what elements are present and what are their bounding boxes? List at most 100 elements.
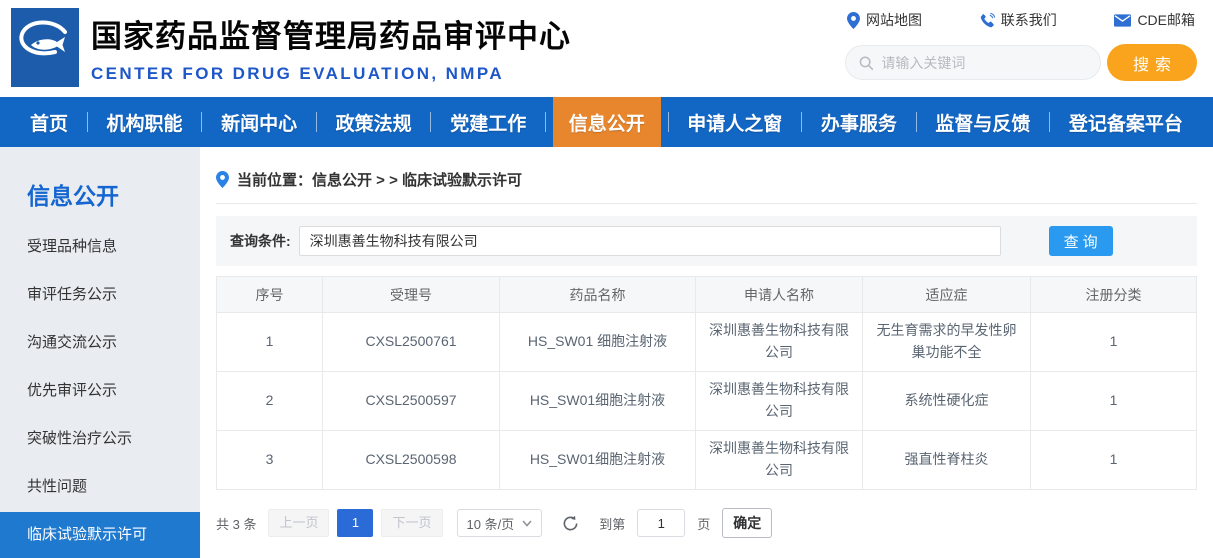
sidebar-item-breakthrough-therapy[interactable]: 突破性治疗公示 — [0, 415, 200, 463]
table-row: 3 CXSL2500598 HS_SW01细胞注射液 深圳惠善生物科技有限公司 … — [217, 431, 1197, 490]
sidebar-item-priority-review[interactable]: 优先审评公示 — [0, 367, 200, 415]
nav-item-info-disclosure[interactable]: 信息公开 — [553, 97, 661, 147]
breadcrumb: 当前位置：信息公开 > > 临床试验默示许可 — [216, 169, 1197, 190]
query-button[interactable]: 查询 — [1049, 226, 1113, 256]
sidebar-item-review-tasks[interactable]: 审评任务公示 — [0, 271, 200, 319]
divider — [216, 203, 1197, 204]
search-icon — [859, 55, 873, 71]
search-button[interactable]: 搜索 — [1107, 44, 1197, 81]
cell-applicant: 深圳惠善生物科技有限公司 — [696, 431, 863, 490]
pagination: 共 3 条 上一页 1 下一页 10 条/页 到第 页 确定 — [216, 508, 1197, 538]
cell-registration-class: 1 — [1031, 313, 1197, 372]
cell-drug-name: HS_SW01 细胞注射液 — [500, 313, 696, 372]
sidebar-item-clinical-trial-implied-license[interactable]: 临床试验默示许可 — [0, 512, 200, 558]
cell-drug-name: HS_SW01细胞注射液 — [500, 372, 696, 431]
page-size-value: 10 条/页 — [467, 514, 515, 533]
pagination-total: 共 3 条 — [216, 514, 256, 533]
site-titles: 国家药品监督管理局药品审评中心 CENTER FOR DRUG EVALUATI… — [91, 11, 571, 84]
col-header-acceptance-no: 受理号 — [323, 277, 500, 313]
cell-index: 3 — [217, 431, 323, 490]
chevron-down-icon — [522, 520, 532, 527]
quick-links: 网站地图 联系我们 CDE邮箱 — [845, 10, 1197, 30]
sidebar-item-communication[interactable]: 沟通交流公示 — [0, 319, 200, 367]
sitemap-link-label: 网站地图 — [866, 10, 922, 30]
main-nav: 首页 机构职能 新闻中心 政策法规 党建工作 信息公开 申请人之窗 办事服务 监… — [0, 97, 1213, 147]
sidebar-item-accepted-varieties[interactable]: 受理品种信息 — [0, 223, 200, 271]
nav-item-functions[interactable]: 机构职能 — [95, 97, 195, 147]
nav-separator — [201, 112, 202, 132]
breadcrumb-text: 当前位置：信息公开 > > 临床试验默示许可 — [237, 169, 522, 190]
confirm-button[interactable]: 确定 — [722, 508, 772, 538]
site-title-cn: 国家药品监督管理局药品审评中心 — [91, 11, 571, 56]
cell-applicant: 深圳惠善生物科技有限公司 — [696, 372, 863, 431]
contact-link-label: 联系我们 — [1001, 10, 1057, 30]
nav-item-home[interactable]: 首页 — [18, 97, 80, 147]
header-right: 网站地图 联系我们 CDE邮箱 搜索 — [845, 10, 1197, 81]
site-title-en: CENTER FOR DRUG EVALUATION, NMPA — [91, 64, 571, 84]
search-input[interactable] — [881, 55, 1087, 71]
contact-link[interactable]: 联系我们 — [980, 10, 1057, 30]
sitemap-link[interactable]: 网站地图 — [847, 10, 922, 30]
cde-logo-icon — [11, 8, 79, 87]
sidebar-item-common-issues[interactable]: 共性问题 — [0, 463, 200, 511]
nav-item-registration-platform[interactable]: 登记备案平台 — [1057, 97, 1195, 147]
query-label: 查询条件: — [230, 231, 291, 251]
results-table: 序号 受理号 药品名称 申请人名称 适应症 注册分类 1 CXSL2500761… — [216, 276, 1197, 490]
table-header-row: 序号 受理号 药品名称 申请人名称 适应症 注册分类 — [217, 277, 1197, 313]
col-header-drug-name: 药品名称 — [500, 277, 696, 313]
cell-registration-class: 1 — [1031, 372, 1197, 431]
nav-item-applicant-window[interactable]: 申请人之窗 — [675, 97, 794, 147]
page-1-button[interactable]: 1 — [337, 509, 373, 537]
col-header-applicant: 申请人名称 — [696, 277, 863, 313]
nav-separator — [801, 112, 802, 132]
content: 信息公开 受理品种信息 审评任务公示 沟通交流公示 优先审评公示 突破性治疗公示… — [0, 147, 1213, 558]
col-header-index: 序号 — [217, 277, 323, 313]
col-header-indication: 适应症 — [863, 277, 1031, 313]
nav-item-party[interactable]: 党建工作 — [438, 97, 538, 147]
cell-applicant: 深圳惠善生物科技有限公司 — [696, 313, 863, 372]
prev-page-button[interactable]: 上一页 — [268, 509, 329, 537]
cell-indication: 系统性硬化症 — [863, 372, 1031, 431]
cell-acceptance-no: CXSL2500598 — [323, 431, 500, 490]
location-pin-icon — [216, 171, 229, 188]
cell-index: 1 — [217, 313, 323, 372]
cell-indication: 强直性脊柱炎 — [863, 431, 1031, 490]
site-header: 国家药品监督管理局药品审评中心 CENTER FOR DRUG EVALUATI… — [0, 0, 1213, 97]
nav-item-news[interactable]: 新闻中心 — [209, 97, 309, 147]
cell-registration-class: 1 — [1031, 431, 1197, 490]
nav-item-services[interactable]: 办事服务 — [809, 97, 909, 147]
main-panel: 当前位置：信息公开 > > 临床试验默示许可 查询条件: 查询 序号 受理号 药… — [200, 147, 1213, 558]
goto-page-label: 到第 — [599, 514, 625, 533]
search-box[interactable] — [845, 45, 1101, 80]
nav-separator — [430, 112, 431, 132]
nav-separator — [316, 112, 317, 132]
nav-separator — [668, 112, 669, 132]
nav-item-supervision[interactable]: 监督与反馈 — [923, 97, 1042, 147]
cell-indication: 无生育需求的早发性卵巢功能不全 — [863, 313, 1031, 372]
refresh-icon — [562, 515, 579, 532]
query-panel: 查询条件: 查询 — [216, 216, 1197, 266]
page-unit-label: 页 — [697, 514, 710, 533]
goto-page-input[interactable] — [637, 509, 685, 537]
location-pin-icon — [847, 12, 860, 29]
page-size-select[interactable]: 10 条/页 — [457, 509, 543, 537]
sidebar: 信息公开 受理品种信息 审评任务公示 沟通交流公示 优先审评公示 突破性治疗公示… — [0, 147, 200, 558]
phone-icon — [980, 13, 995, 28]
header-search: 搜索 — [845, 44, 1197, 81]
cell-index: 2 — [217, 372, 323, 431]
next-page-button[interactable]: 下一页 — [381, 509, 442, 537]
mailbox-link[interactable]: CDE邮箱 — [1114, 10, 1195, 30]
mailbox-link-label: CDE邮箱 — [1137, 10, 1195, 30]
mail-icon — [1114, 14, 1131, 27]
cell-drug-name: HS_SW01细胞注射液 — [500, 431, 696, 490]
nav-separator — [87, 112, 88, 132]
table-row: 1 CXSL2500761 HS_SW01 细胞注射液 深圳惠善生物科技有限公司… — [217, 313, 1197, 372]
nav-item-policy[interactable]: 政策法规 — [324, 97, 424, 147]
sidebar-title: 信息公开 — [0, 147, 200, 223]
refresh-button[interactable] — [562, 515, 579, 532]
cell-acceptance-no: CXSL2500761 — [323, 313, 500, 372]
query-input[interactable] — [299, 226, 1001, 256]
nav-separator — [916, 112, 917, 132]
nav-separator — [545, 112, 546, 132]
nav-separator — [1049, 112, 1050, 132]
